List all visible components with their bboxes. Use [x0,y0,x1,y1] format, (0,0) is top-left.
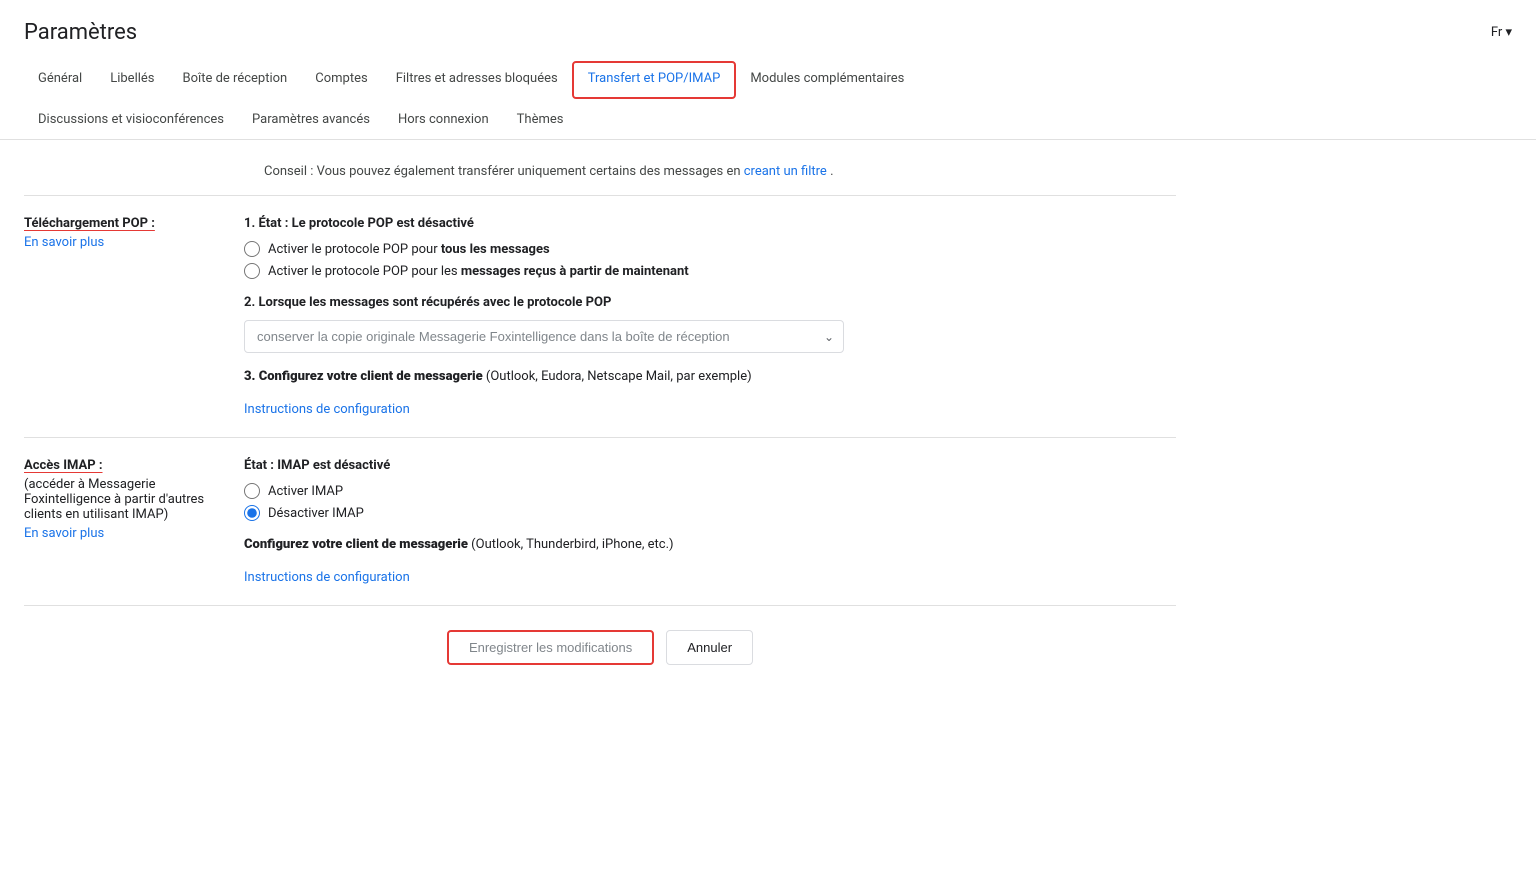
imap-enable-radio[interactable] [244,483,260,499]
imap-status: État : IMAP est désactivé [244,458,1176,473]
filter-link[interactable]: creant un filtre [744,164,827,179]
pop-section: Téléchargement POP : En savoir plus 1. É… [24,196,1176,438]
imap-content: État : IMAP est désactivé Activer IMAP D… [244,458,1176,585]
lang-selector[interactable]: Fr ▾ [1491,25,1512,40]
tabs-row1: Général Libellés Boîte de réception Comp… [24,61,1512,98]
tab-accounts[interactable]: Comptes [301,61,381,99]
tab-discussions[interactable]: Discussions et visioconférences [24,102,238,140]
cancel-button[interactable]: Annuler [666,630,753,665]
tab-labels[interactable]: Libellés [96,61,168,99]
tab-transfer[interactable]: Transfert et POP/IMAP [572,61,737,99]
pop-content: 1. État : Le protocole POP est désactivé… [244,216,1176,417]
pop-now-radio[interactable] [244,263,260,279]
tab-addons[interactable]: Modules complémentaires [736,61,918,99]
pop-step3: 3. Configurez votre client de messagerie… [244,369,1176,417]
tab-inbox[interactable]: Boîte de réception [169,61,302,99]
imap-config-link[interactable]: Instructions de configuration [244,570,410,585]
pop-status: 1. État : Le protocole POP est désactivé [244,216,1176,231]
tab-themes[interactable]: Thèmes [503,102,578,140]
tab-advanced[interactable]: Paramètres avancés [238,102,384,140]
footer-buttons: Enregistrer les modifications Annuler [24,606,1176,697]
pop-step2: 2. Lorsque les messages sont récupérés a… [244,295,1176,353]
pop-select-wrapper: conserver la copie originale Messagerie … [244,320,844,353]
tabs-row2: Discussions et visioconférences Paramètr… [24,98,1512,139]
pop-config-link[interactable]: Instructions de configuration [244,402,410,417]
imap-disable-option: Désactiver IMAP [244,505,1176,521]
pop-option-now: Activer le protocole POP pour les messag… [244,263,1176,279]
imap-label: Accès IMAP : (accéder à Messagerie Foxin… [24,458,244,585]
save-button[interactable]: Enregistrer les modifications [447,630,654,665]
imap-configure: Configurez votre client de messagerie (O… [244,537,1176,585]
imap-enable-option: Activer IMAP [244,483,1176,499]
pop-action-select[interactable]: conserver la copie originale Messagerie … [244,320,844,353]
pop-label: Téléchargement POP : En savoir plus [24,216,244,417]
pop-all-radio[interactable] [244,241,260,257]
pop-option-all: Activer le protocole POP pour tous les m… [244,241,1176,257]
imap-section: Accès IMAP : (accéder à Messagerie Foxin… [24,438,1176,606]
tip-bar: Conseil : Vous pouvez également transfér… [24,156,1176,196]
tab-filters[interactable]: Filtres et adresses bloquées [382,61,572,99]
imap-learn-more[interactable]: En savoir plus [24,526,244,541]
page-title: Paramètres [24,20,137,45]
tab-general[interactable]: Général [24,61,96,99]
imap-disable-radio[interactable] [244,505,260,521]
pop-learn-more[interactable]: En savoir plus [24,235,244,250]
tab-offline[interactable]: Hors connexion [384,102,503,140]
